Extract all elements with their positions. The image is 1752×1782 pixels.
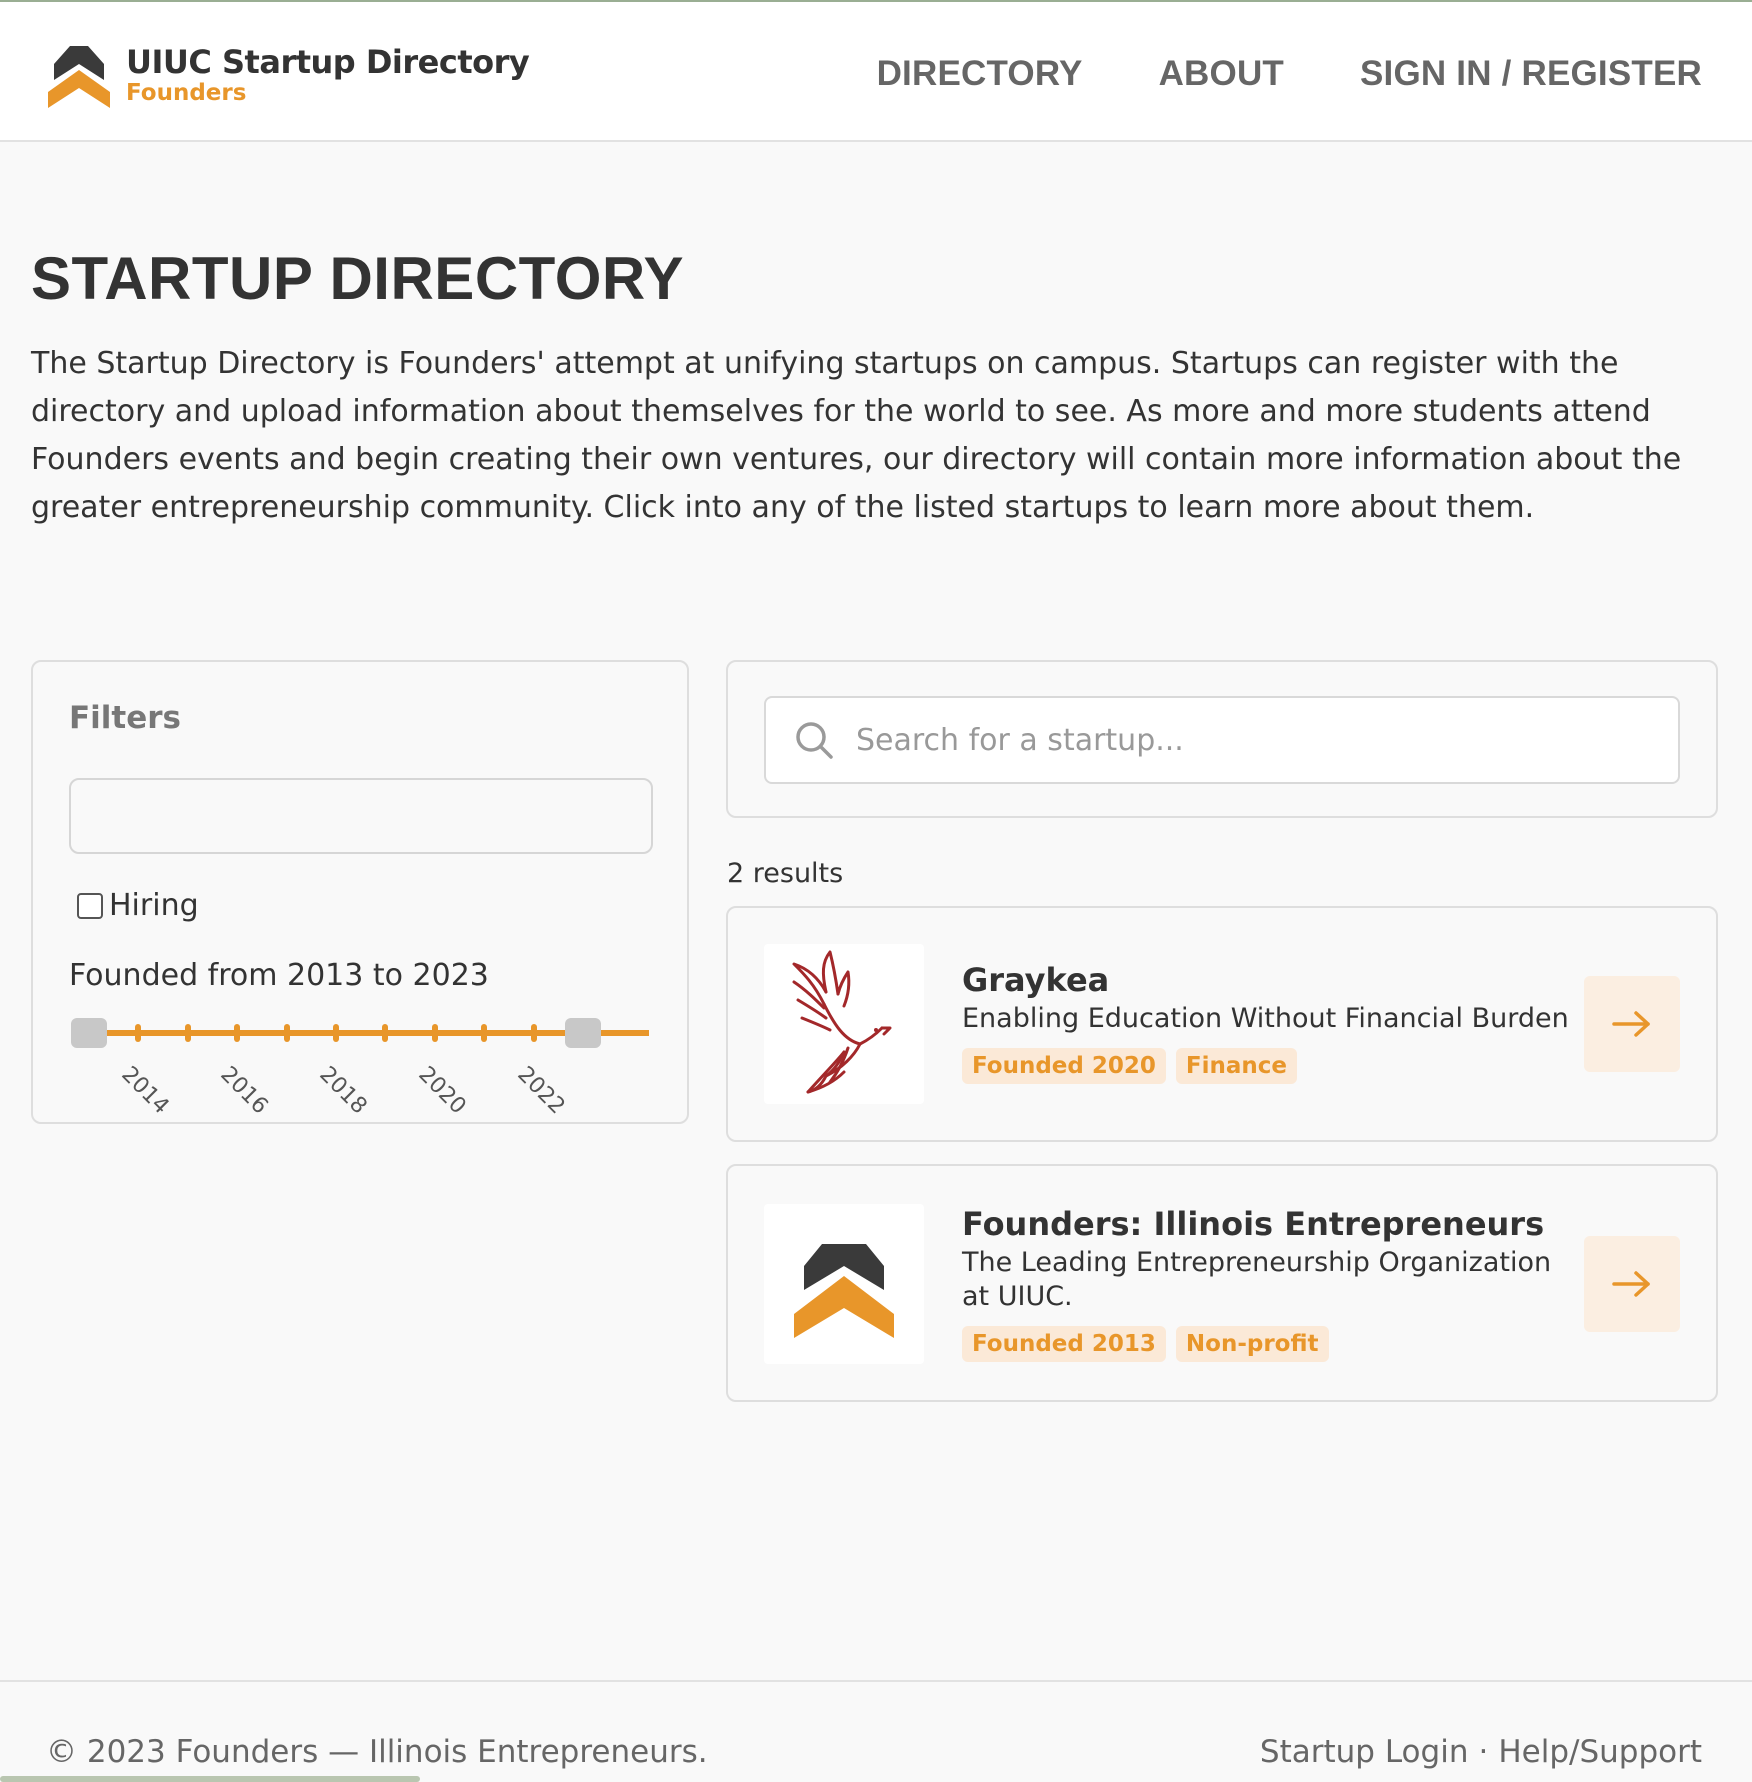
category-tag: Non-profit: [1175, 1326, 1329, 1362]
search-box[interactable]: [764, 696, 1680, 784]
slider-tick: [184, 1024, 191, 1042]
bottom-scroll-indicator: [0, 1776, 420, 1782]
nav-about-link[interactable]: ABOUT: [1159, 54, 1284, 94]
open-startup-button[interactable]: [1584, 1236, 1680, 1332]
startup-tagline: Enabling Education Without Financial Bur…: [962, 1003, 1569, 1034]
slider-tick: [481, 1024, 488, 1042]
footer-copyright: © 2023 Founders — Illinois Entrepreneurs…: [46, 1734, 708, 1770]
arrow-right-icon: [1612, 1271, 1650, 1297]
footer-links: Startup Login · Help/Support: [1260, 1734, 1702, 1770]
help-support-link[interactable]: Help/Support: [1498, 1734, 1702, 1770]
slider-tick: [135, 1024, 142, 1042]
slider-tick-label: 2016: [215, 1062, 273, 1120]
founded-year-slider[interactable]: 2014 2016 2018 2020 2022: [63, 1010, 663, 1119]
brand-title: UIUC Startup Directory: [126, 43, 530, 81]
slider-tick-label: 2018: [314, 1062, 372, 1120]
search-panel: [726, 660, 1718, 818]
slider-tick: [283, 1024, 290, 1042]
slider-track: [79, 1030, 649, 1036]
footer-separator: ·: [1478, 1734, 1489, 1770]
intro-paragraph: The Startup Directory is Founders' attem…: [31, 346, 1682, 525]
open-startup-button[interactable]: [1584, 976, 1680, 1072]
page-title: STARTUP DIRECTORY: [31, 245, 685, 312]
site-header: UIUC Startup Directory Founders DIRECTOR…: [0, 2, 1752, 142]
founded-tag: Founded 2020: [962, 1048, 1166, 1084]
slider-tick: [333, 1024, 339, 1042]
filter-select-input[interactable]: [69, 778, 653, 854]
startup-login-link[interactable]: Startup Login: [1260, 1734, 1469, 1770]
footer-divider: [0, 1680, 1752, 1682]
founded-tag: Founded 2013: [962, 1326, 1166, 1362]
startup-card-graykea[interactable]: Graykea Enabling Education Without Finan…: [726, 906, 1718, 1142]
hiring-checkbox[interactable]: [77, 892, 103, 919]
nav-signin-link[interactable]: SIGN IN / REGISTER: [1360, 54, 1702, 94]
slider-handle-max[interactable]: [565, 1018, 601, 1048]
search-icon: [796, 722, 833, 759]
startup-card-founders[interactable]: Founders: Illinois Entrepreneurs The Lea…: [726, 1164, 1718, 1402]
slider-tick: [530, 1024, 537, 1042]
founders-logo-icon: [48, 46, 110, 108]
slider-tick: [234, 1024, 241, 1042]
nav-directory-link[interactable]: DIRECTORY: [877, 54, 1083, 94]
main-nav: DIRECTORY ABOUT SIGN IN / REGISTER: [801, 54, 1702, 94]
category-tag: Finance: [1175, 1048, 1297, 1084]
dove-icon: [792, 950, 892, 1094]
arrow-right-icon: [1612, 1011, 1650, 1037]
slider-handle-min[interactable]: [71, 1018, 107, 1048]
hiring-label: Hiring: [109, 888, 199, 923]
startup-name: Founders: Illinois Entrepreneurs: [962, 1205, 1545, 1243]
startup-logo: [764, 1204, 924, 1364]
slider-tick: [431, 1024, 438, 1042]
results-count: 2 results: [727, 858, 844, 889]
filters-title: Filters: [69, 700, 182, 736]
startup-name: Graykea: [962, 961, 1110, 999]
founded-range-label: Founded from 2013 to 2023: [69, 958, 489, 993]
startup-tagline: The Leading Entrepreneurship Organizatio…: [962, 1247, 1552, 1312]
slider-tick-label: 2020: [413, 1062, 471, 1120]
founders-chevron-icon: [794, 1244, 894, 1338]
brand-home-link[interactable]: UIUC Startup Directory Founders: [48, 40, 530, 108]
slider-tick-label: 2022: [511, 1062, 570, 1120]
brand-subtitle: Founders: [126, 80, 247, 106]
hiring-checkbox-row[interactable]: Hiring: [77, 888, 199, 923]
slider-tick: [382, 1024, 389, 1042]
search-input[interactable]: [856, 712, 1656, 768]
filters-panel: Filters Hiring Founded from 2013 to 2023…: [31, 660, 689, 1124]
startup-logo: [764, 944, 924, 1104]
slider-tick-label: 2014: [116, 1062, 174, 1120]
